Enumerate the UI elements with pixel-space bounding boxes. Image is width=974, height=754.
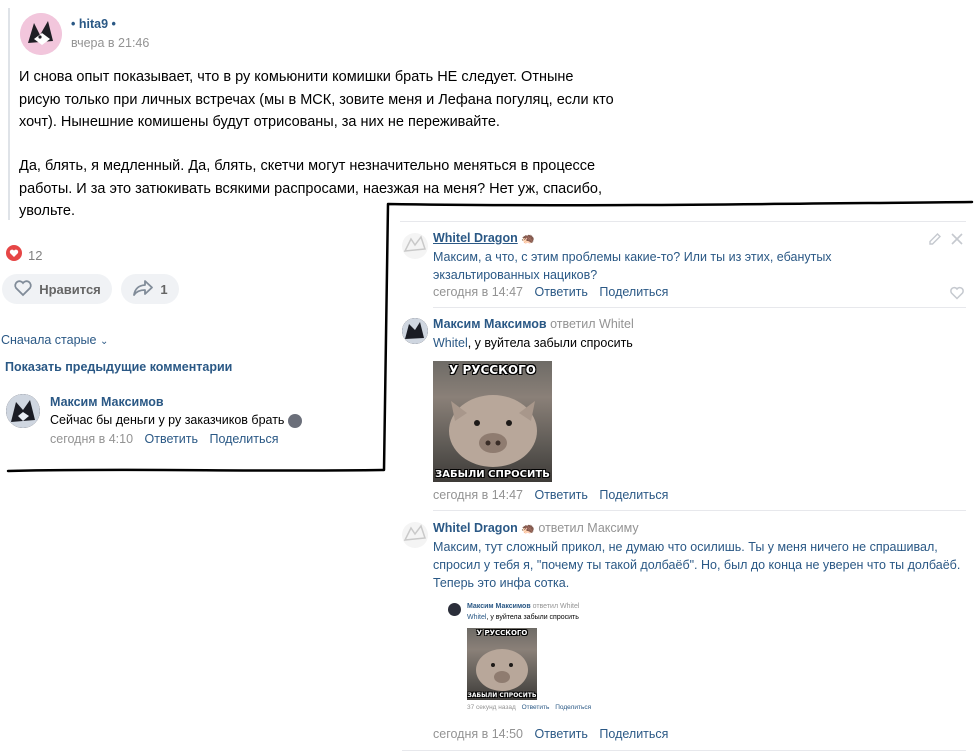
embedded-reply: Ответить (521, 704, 550, 711)
thread-top-divider (400, 221, 966, 222)
embedded-share: Поделиться (555, 704, 592, 711)
embedded-replied: ответил Whitel (532, 603, 580, 610)
embedded-author: Максим Максимов (467, 603, 531, 610)
whitel-avatar[interactable] (402, 233, 428, 259)
close-icon[interactable] (951, 232, 963, 250)
thread-comment-1-share[interactable]: Поделиться (599, 285, 668, 299)
thread-comment-1-author[interactable]: Whitel Dragon (433, 231, 518, 245)
whitel-avatar-2[interactable] (402, 522, 428, 548)
thread-comment-1-reply[interactable]: Ответить (534, 285, 587, 299)
embedded-meme-bottom-caption: ЗАБЫЛИ СПРОСИТЬ (467, 692, 537, 699)
embedded-screenshot[interactable]: Максим Максимов ответил Whitel Whitel, у… (445, 600, 615, 718)
pig-meme-bottom-caption: ЗАБЫЛИ СПРОСИТЬ (435, 469, 550, 480)
thread-comment-3-share[interactable]: Поделиться (599, 727, 668, 741)
thread-comment-3-header: Whitel Dragon 🦔 ответил Максиму (433, 521, 639, 535)
hedgehog-icon: 🦔 (521, 523, 535, 535)
thread-comment-2-time[interactable]: сегодня в 14:47 (433, 488, 523, 502)
thread-comment-2-mention[interactable]: Whitel (433, 336, 468, 350)
embedded-header: Максим Максимов ответил Whitel (467, 603, 579, 610)
like-outline-icon[interactable] (949, 286, 965, 305)
thread-comment-2-reply[interactable]: Ответить (534, 488, 587, 502)
embedded-meme-top-caption: У РУССКОГО (476, 629, 528, 637)
thread-divider-1 (433, 307, 966, 308)
thread-comment-2-text: Whitel, у вуйтела забыли спросить (433, 334, 633, 352)
thread-comment-3-replied[interactable]: ответил Максиму (538, 521, 638, 535)
thread-comment-3-meta: сегодня в 14:50 Ответить Поделиться (433, 727, 668, 741)
thread-comment-2-replied[interactable]: ответил Whitel (550, 317, 634, 331)
thread-divider-2 (433, 510, 966, 511)
thread-comment-3-mention[interactable]: Максим (433, 540, 478, 554)
embedded-text: Whitel, у вуйтела забыли спросить (467, 614, 579, 621)
thread-comment-1-text: Максим, а что, с этим проблемы какие-то?… (433, 250, 832, 282)
thread-comment-3-author[interactable]: Whitel Dragon (433, 521, 518, 535)
embedded-time: 37 секунд назад (467, 704, 516, 711)
thread-comment-3-body: , тут сложный прикол, не думаю что осили… (433, 540, 961, 590)
hedgehog-icon: 🦔 (521, 233, 535, 245)
embedded-avatar (448, 603, 461, 616)
pig-meme-image[interactable]: У РУССКОГО ЗАБЫЛИ СПРОСИТЬ (433, 361, 552, 482)
embedded-body: , у вуйтела забыли спросить (486, 614, 579, 621)
maxim-avatar[interactable] (402, 318, 428, 344)
thread-comment-1-header: Whitel Dragon 🦔 (433, 231, 535, 245)
pig-meme-top-caption: У РУССКОГО (449, 363, 536, 377)
thread-comment-3-reply[interactable]: Ответить (534, 727, 587, 741)
thread-comment-2-share[interactable]: Поделиться (599, 488, 668, 502)
thread-divider-3 (402, 750, 966, 751)
edit-icon[interactable] (928, 232, 942, 251)
thread-comment-2-meta: сегодня в 14:47 Ответить Поделиться (433, 488, 668, 502)
embedded-pig-meme: У РУССКОГО ЗАБЫЛИ СПРОСИТЬ (467, 628, 537, 700)
thread-comment-1-meta: сегодня в 14:47 Ответить Поделиться (433, 285, 668, 299)
thread-comment-2-header: Максим Максимов ответил Whitel (433, 317, 634, 331)
thread-comment-2-author[interactable]: Максим Максимов (433, 317, 547, 331)
embedded-mention: Whitel (467, 614, 487, 621)
thread-comment-3-text: Максим, тут сложный прикол, не думаю что… (433, 538, 968, 592)
thread-comment-2-body: , у вуйтела забыли спросить (467, 336, 633, 350)
thread-comment-1-time[interactable]: сегодня в 14:47 (433, 285, 523, 299)
thread-comment-3-time[interactable]: сегодня в 14:50 (433, 727, 523, 741)
embedded-meta: 37 секунд назад Ответить Поделиться (467, 704, 591, 711)
